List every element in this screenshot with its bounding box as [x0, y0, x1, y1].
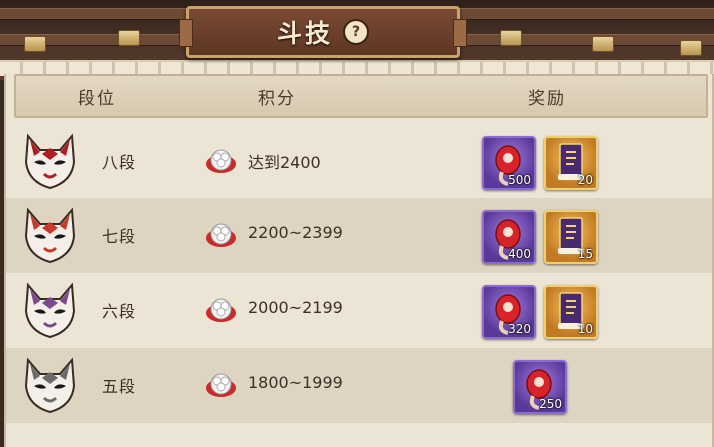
reward-count: 10	[577, 322, 593, 336]
fox-mask-icon	[24, 282, 76, 339]
reward-count: 20	[577, 173, 593, 187]
help-button[interactable]: ?	[343, 19, 369, 45]
rank-row: 八段 达到2400 500 20	[6, 124, 712, 199]
header-reward: 奖励	[528, 89, 566, 109]
fox-mask-icon	[24, 207, 76, 264]
reward-count: 15	[577, 247, 593, 261]
reward-item-scroll[interactable]: 10	[544, 285, 598, 339]
reward-count: 320	[508, 322, 531, 336]
sakura-point-icon	[206, 223, 236, 247]
reward-count: 400	[508, 247, 531, 261]
rank-label: 五段	[102, 377, 137, 396]
score-range: 2000~2199	[248, 298, 343, 317]
page-title: 斗技	[276, 19, 333, 48]
rank-reward-panel: 段位 积分 奖励 八段 达到2400 500 20 七段 2200~2399 400 15 六段…	[4, 74, 714, 447]
reward-item-scroll[interactable]: 15	[544, 210, 598, 264]
title-plate: 斗技 ?	[179, 6, 467, 58]
fox-mask-icon	[24, 357, 76, 414]
fox-mask-icon	[24, 133, 76, 190]
reward-item-daruma[interactable]: 320	[482, 285, 536, 339]
plate-cap	[453, 19, 467, 47]
reward-item-daruma[interactable]: 400	[482, 210, 536, 264]
table-header: 段位 积分 奖励	[14, 74, 708, 118]
reward-item-daruma[interactable]: 250	[513, 360, 567, 414]
roof-ornament	[118, 30, 140, 46]
rank-label: 八段	[102, 153, 137, 172]
score-range: 2200~2399	[248, 223, 343, 242]
rank-label: 七段	[102, 227, 137, 246]
sakura-point-icon	[206, 149, 236, 173]
score-range: 达到2400	[248, 153, 321, 172]
rank-row: 七段 2200~2399 400 15	[6, 198, 712, 273]
reward-count: 250	[539, 397, 562, 411]
reward-count: 500	[508, 173, 531, 187]
roof-ornament	[592, 36, 614, 52]
roof-ornament	[500, 30, 522, 46]
header-score: 积分	[258, 89, 296, 109]
reward-item-scroll[interactable]: 20	[544, 136, 598, 190]
rank-row: 六段 2000~2199 320 10	[6, 273, 712, 348]
score-range: 1800~1999	[248, 373, 343, 392]
rank-row: 五段 1800~1999 250	[6, 348, 712, 423]
header-rank: 段位	[78, 89, 116, 109]
roof-ornament	[680, 40, 702, 56]
roof-ornament	[24, 36, 46, 52]
sakura-point-icon	[206, 373, 236, 397]
plate-cap	[179, 19, 193, 47]
reward-item-daruma[interactable]: 500	[482, 136, 536, 190]
rank-label: 六段	[102, 302, 137, 321]
sakura-point-icon	[206, 298, 236, 322]
